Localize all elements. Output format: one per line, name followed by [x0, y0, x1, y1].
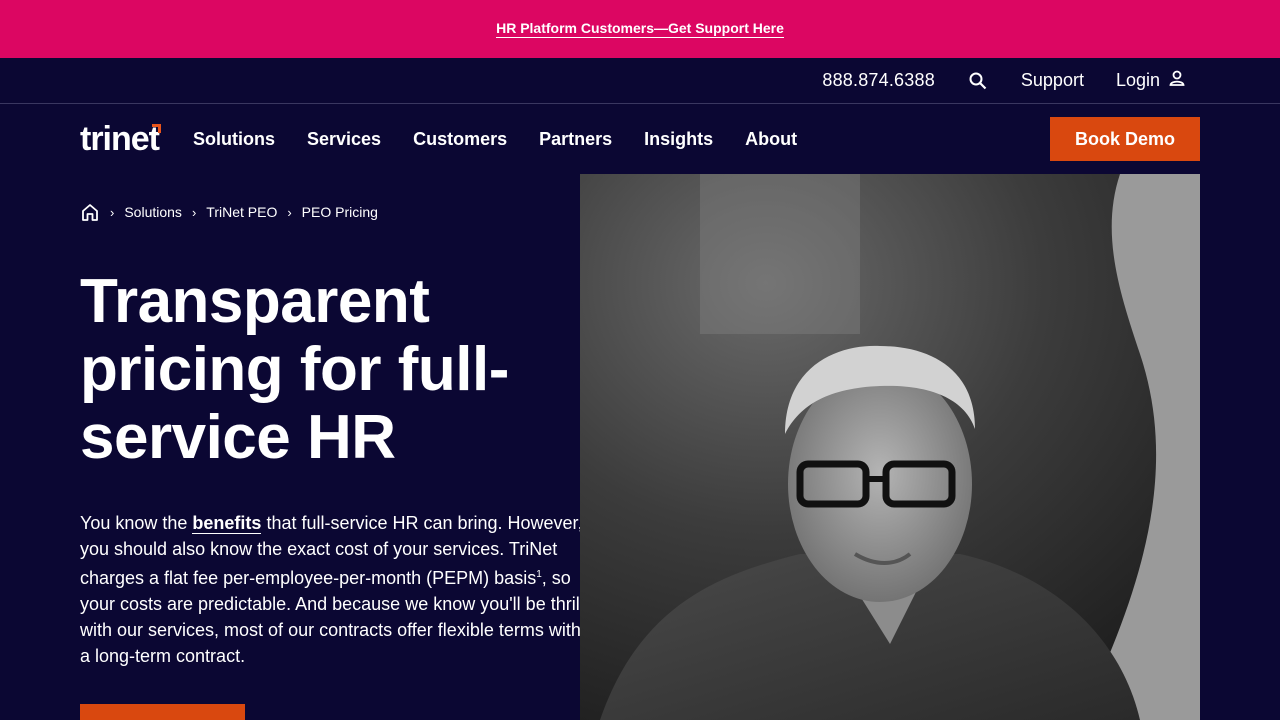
breadcrumb-solutions[interactable]: Solutions	[124, 204, 182, 220]
nav-links: Solutions Services Customers Partners In…	[193, 129, 797, 150]
home-icon[interactable]	[80, 202, 100, 222]
chevron-right-icon: ›	[287, 204, 292, 220]
logo-text: trinet	[80, 119, 160, 158]
logo-mark-icon	[152, 123, 161, 133]
phone-number[interactable]: 888.874.6388	[822, 70, 935, 91]
login-link[interactable]: Login	[1116, 69, 1186, 92]
utility-bar: 888.874.6388 Support Login	[0, 58, 1280, 104]
nav-services[interactable]: Services	[307, 129, 381, 150]
nav-solutions[interactable]: Solutions	[193, 129, 275, 150]
promo-banner: HR Platform Customers—Get Support Here	[0, 0, 1280, 58]
breadcrumb-trinet-peo[interactable]: TriNet PEO	[206, 204, 277, 220]
breadcrumb-peo-pricing: PEO Pricing	[301, 204, 378, 220]
nav-customers[interactable]: Customers	[413, 129, 507, 150]
nav-insights[interactable]: Insights	[644, 129, 713, 150]
benefits-link[interactable]: benefits	[192, 513, 262, 534]
user-icon	[1168, 69, 1186, 92]
login-label: Login	[1115, 70, 1160, 90]
hero-cta-button[interactable]	[80, 704, 245, 720]
main-nav: trinet Solutions Services Customers Part…	[0, 104, 1280, 174]
intro-text-start: You know the	[80, 513, 193, 533]
chevron-right-icon: ›	[110, 204, 115, 220]
support-link[interactable]: HR Platform Customers—Get Support Here	[496, 20, 784, 38]
support-link[interactable]: Support	[1021, 70, 1084, 91]
book-demo-button[interactable]: Book Demo	[1050, 117, 1200, 161]
hero-section: › Solutions › TriNet PEO › PEO Pricing T…	[0, 174, 1280, 720]
search-icon[interactable]	[967, 70, 989, 92]
breadcrumb: › Solutions › TriNet PEO › PEO Pricing	[80, 202, 620, 222]
hero-photo	[580, 174, 1200, 720]
intro-paragraph: You know the benefits that full-service …	[80, 510, 610, 669]
trinet-logo[interactable]: trinet	[80, 119, 161, 159]
page-title: Transparent pricing for full-service HR	[80, 267, 509, 472]
hero-content: › Solutions › TriNet PEO › PEO Pricing T…	[80, 174, 620, 720]
chevron-right-icon: ›	[191, 204, 197, 220]
nav-about[interactable]: About	[745, 129, 797, 150]
nav-partners[interactable]: Partners	[539, 129, 612, 150]
